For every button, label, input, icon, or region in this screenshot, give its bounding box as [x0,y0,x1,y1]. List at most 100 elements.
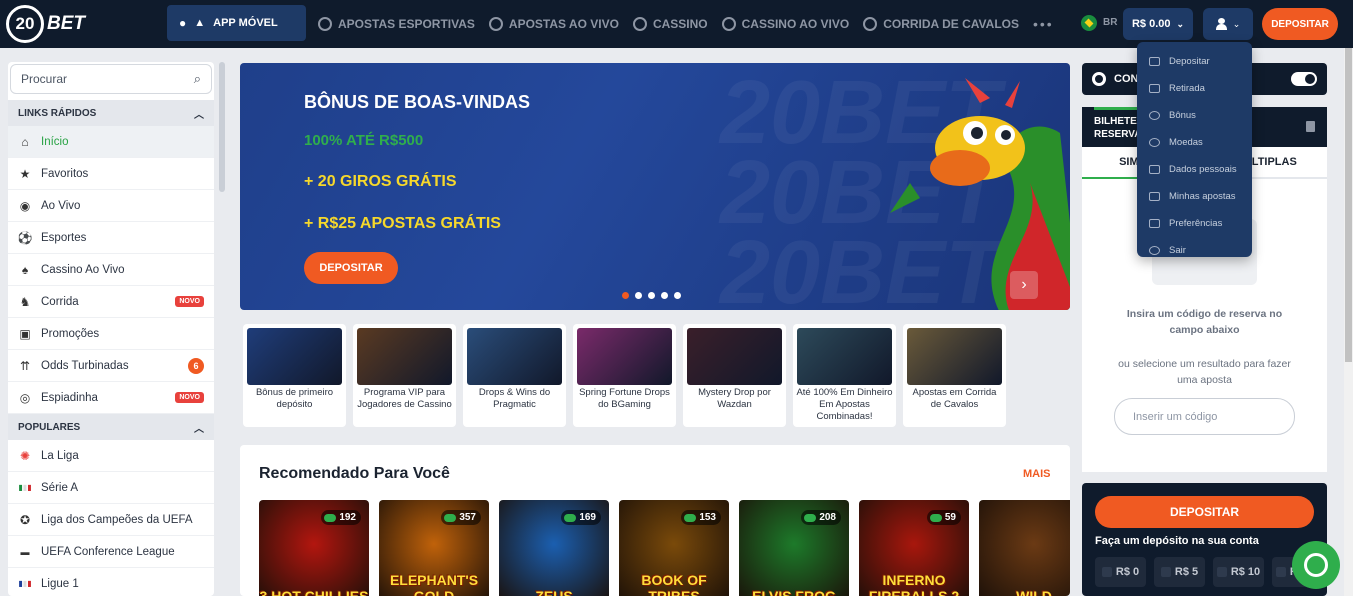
live-chat-button[interactable] [1292,541,1340,589]
menu-item-bonus[interactable]: Bônus [1137,102,1252,129]
promo-tile[interactable]: Programa VIP para Jogadores de Cassino [353,324,456,427]
carousel-dot[interactable] [648,292,655,299]
booking-code-hint: Insira um código de reserva no campo aba… [1126,308,1283,336]
gear-icon [1092,72,1106,86]
balance-button[interactable]: R$ 0.00 ⌄ [1123,8,1193,40]
sidebar-item-la-liga[interactable]: ✺ La Liga [8,440,214,472]
menu-item-minhas-apostas[interactable]: Minhas apostas [1137,183,1252,210]
promo-image [357,328,452,385]
menu-item-moedas[interactable]: Moedas [1137,129,1252,156]
more-link[interactable]: MAIS [1023,468,1051,480]
sidebar-item-conference-league[interactable]: ▬ UEFA Conference League [8,536,214,568]
promo-tile[interactable]: Drops & Wins do Pragmatic [463,324,566,427]
sidebar-item-favoritos[interactable]: ★ Favoritos [8,158,214,190]
menu-item-retirada[interactable]: Retirada [1137,75,1252,102]
sidebar-item-promocoes[interactable]: ▣ Promoções [8,318,214,350]
nav-horse-racing[interactable]: CORRIDA DE CAVALOS [863,17,1019,31]
sidebar-item-serie-a[interactable]: ▮ ▮ ▮ Série A [8,472,214,504]
soccer-icon [318,17,332,31]
logout-icon [1149,246,1160,255]
promo-image [247,328,342,385]
sidebar-item-inicio[interactable]: ⌂ Início [8,126,214,158]
trash-icon[interactable] [1306,121,1315,132]
quick-links-header[interactable]: LINKS RÁPIDOS ︿ [8,100,214,126]
chat-icon [1304,553,1328,577]
sidebar-item-corrida[interactable]: ♞ Corrida NOVO [8,286,214,318]
search-placeholder: Procurar [21,72,68,86]
settings-icon [1149,219,1160,228]
carousel-dot[interactable] [622,292,629,299]
nav-live[interactable]: APOSTAS AO VIVO [488,17,619,31]
game-tile[interactable]: 169 ZEUS [499,500,609,596]
promo-tile[interactable]: Apostas em Corrida de Cavalos [903,324,1006,427]
carousel-dot[interactable] [674,292,681,299]
sidebar: Procurar ⌕ LINKS RÁPIDOS ︿ ⌂ Início ★ Favor… [8,62,214,596]
menu-item-dados-pessoais[interactable]: Dados pessoais [1137,156,1252,183]
coins-icon [1149,138,1160,147]
logo[interactable]: 20 BET [6,5,85,43]
player-count: 153 [681,510,721,525]
promo-tile[interactable]: Bônus de primeiro depósito [243,324,346,427]
menu-item-sair[interactable]: Sair [1137,237,1252,264]
dragon-illustration [890,78,1070,310]
next-slide-button[interactable]: › [1010,271,1038,299]
game-tile[interactable]: WILD [979,500,1070,596]
promo-tile[interactable]: Até 100% Em Dinheiro Em Apostas Combinad… [793,324,896,427]
menu-item-preferencias[interactable]: Preferências [1137,210,1252,237]
chevron-down-icon: ⌄ [1176,18,1185,29]
live-icon [488,17,503,31]
game-tile[interactable]: 357 ELEPHANT'S GOLD [379,500,489,596]
banner-line-3: + R$25 APOSTAS GRÁTIS [304,215,501,232]
sidebar-item-esportes[interactable]: ⚽ Esportes [8,222,214,254]
deposit-text: Faça um depósito na sua conta [1095,535,1259,547]
withdraw-icon [1149,84,1160,93]
carousel-dot[interactable] [661,292,668,299]
chevron-up-icon: ︿ [194,109,204,121]
nav-sports[interactable]: APOSTAS ESPORTIVAS [318,17,475,31]
game-name: ELEPHANT'S GOLD [389,572,479,596]
user-menu-button[interactable]: ⌄ [1203,8,1253,40]
nav-casino[interactable]: CASSINO [632,17,708,31]
promo-label: Drops & Wins do Pragmatic [478,387,551,410]
more-nav-button[interactable]: ••• [1033,16,1054,32]
sidebar-item-champions-league[interactable]: ✪ Liga dos Campeões da UEFA [8,504,214,536]
header-deposit-button[interactable]: DEPOSITAR [1262,8,1338,40]
carousel-dot[interactable] [635,292,642,299]
nav-live-casino[interactable]: CASSINO AO VIVO [721,17,849,31]
booking-code-input[interactable]: Inserir um código [1114,398,1295,435]
game-tile[interactable]: 153 BOOK OF TRIBES [619,500,729,596]
promo-image [907,328,1002,385]
sidebar-item-cassino-ao-vivo[interactable]: ♠ Cassino Ao Vivo [8,254,214,286]
player-count: 169 [561,510,601,525]
game-tile[interactable]: 59 INFERNO FIREBALLS 2 [859,500,969,596]
amount-option[interactable]: R$ 0 [1095,557,1146,587]
game-tile[interactable]: 208 ELVIS FROG [739,500,849,596]
quick-bet-toggle[interactable] [1291,72,1317,86]
game-tile[interactable]: 192 3 HOT CHILLIES [259,500,369,596]
laliga-icon: ✺ [19,448,31,463]
amount-option[interactable]: R$ 5 [1154,557,1205,587]
amount-option[interactable]: R$ 10 [1213,557,1264,587]
promo-tile[interactable]: Mystery Drop por Wazdan [683,324,786,427]
new-badge: NOVO [175,392,204,403]
players-icon [684,513,697,522]
banner-deposit-button[interactable]: DEPOSITAR [304,252,398,284]
popular-header[interactable]: POPULARES ︿ [8,414,214,440]
language-code[interactable]: BR [1103,17,1117,28]
welcome-banner[interactable]: 20BET 20BET 20BET BÔNUS DE BOAS-VINDAS 1… [240,63,1070,310]
panel-deposit-button[interactable]: DEPOSITAR [1095,496,1314,528]
chevron-up-icon: ︿ [194,423,204,435]
game-name: ZEUS [535,588,573,596]
search-input[interactable]: Procurar ⌕ [10,64,212,94]
page-scrollbar[interactable] [1344,48,1353,596]
game-name: ELVIS FROG [752,588,836,596]
sidebar-scrollbar[interactable] [219,62,225,192]
sidebar-item-espiadinha[interactable]: ◎ Espiadinha NOVO [8,382,214,414]
menu-item-depositar[interactable]: Depositar [1137,48,1252,75]
sidebar-item-ao-vivo[interactable]: ◉ Ao Vivo [8,190,214,222]
sidebar-item-odds-turbinadas[interactable]: ⇈ Odds Turbinadas 6 [8,350,214,382]
brazil-flag-icon[interactable] [1081,15,1097,31]
app-button[interactable]: ● ▲ APP MÓVEL [167,5,306,41]
promo-tile[interactable]: Spring Fortune Drops do BGaming [573,324,676,427]
sidebar-item-ligue-1[interactable]: ▮ ▮ ▮ Ligue 1 [8,568,214,596]
